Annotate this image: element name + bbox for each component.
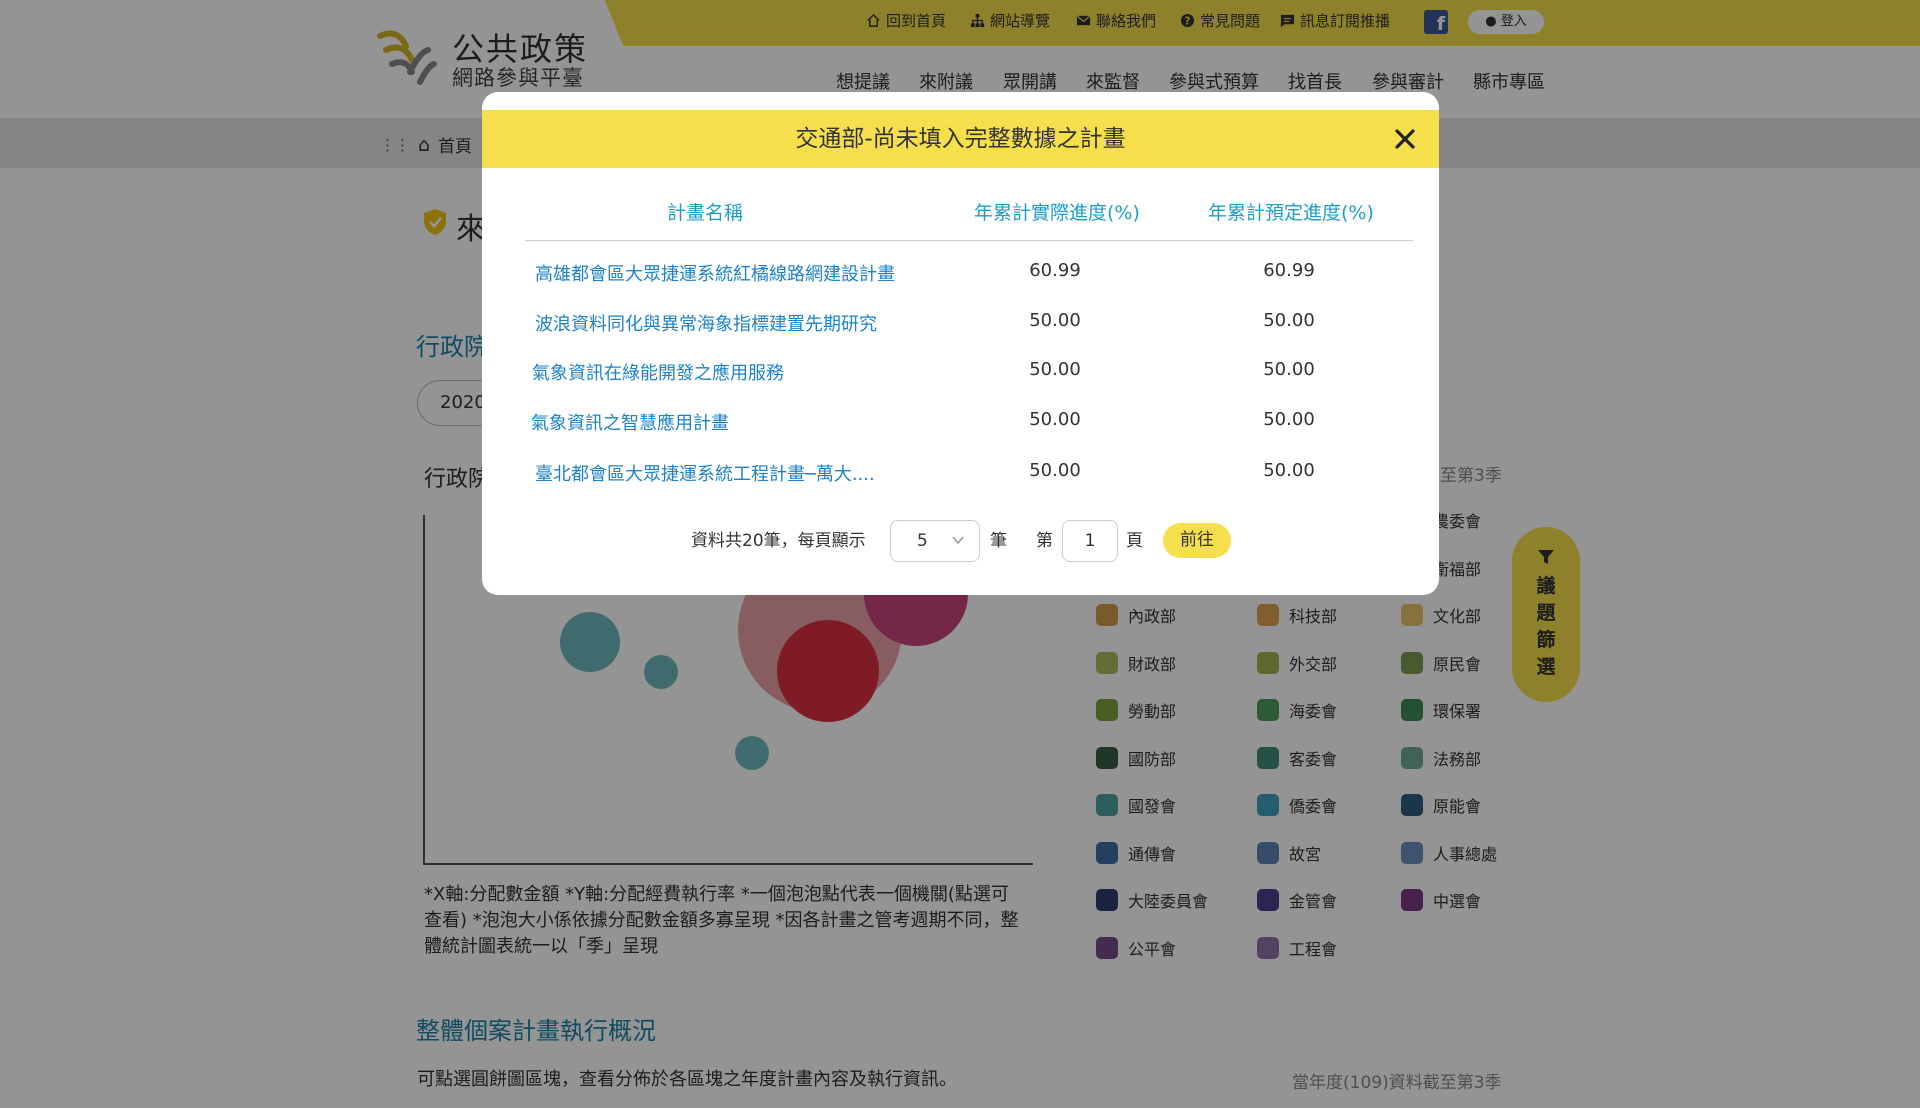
chevron-down-icon <box>952 536 964 545</box>
planned-progress-value: 50.00 <box>1263 409 1315 430</box>
incomplete-plans-dialog: 交通部-尚未填入完整數據之計畫 計畫名稱 年累計實際進度(%) 年累計預定進度(… <box>482 92 1439 595</box>
pager-page-suffix: 頁 <box>1126 531 1143 551</box>
actual-progress-value: 50.00 <box>1029 310 1081 331</box>
actual-progress-value: 50.00 <box>1029 460 1081 481</box>
pager-unit-text: 筆 <box>990 531 1007 551</box>
dialog-title: 交通部-尚未填入完整數據之計畫 <box>795 126 1126 152</box>
planned-progress-value: 60.99 <box>1263 260 1315 281</box>
plan-name-link[interactable]: 臺北都會區大眾捷運系統工程計畫─萬大.... <box>535 460 875 486</box>
close-icon[interactable] <box>1392 126 1418 152</box>
header-divider <box>525 240 1413 241</box>
go-page-button[interactable]: 前往 <box>1163 523 1231 558</box>
plan-name-link[interactable]: 氣象資訊在綠能開發之應用服務 <box>532 359 784 385</box>
plan-name-link[interactable]: 波浪資料同化與異常海象指標建置先期研究 <box>535 310 877 336</box>
dialog-header: 交通部-尚未填入完整數據之計畫 <box>482 110 1439 168</box>
pager-total-text: 資料共20筆，每頁顯示 <box>691 531 866 551</box>
actual-progress-value: 50.00 <box>1029 409 1081 430</box>
per-page-value: 5 <box>917 531 928 551</box>
planned-progress-value: 50.00 <box>1263 310 1315 331</box>
actual-progress-value: 60.99 <box>1029 260 1081 281</box>
planned-progress-value: 50.00 <box>1263 359 1315 380</box>
plan-name-link[interactable]: 高雄都會區大眾捷運系統紅橘線路網建設計畫 <box>535 260 895 286</box>
plan-name-link[interactable]: 氣象資訊之智慧應用計畫 <box>531 409 729 435</box>
column-header-planned-progress: 年累計預定進度(%) <box>1208 202 1374 224</box>
pager-page-prefix: 第 <box>1036 531 1053 551</box>
per-page-select[interactable]: 5 <box>890 520 980 562</box>
actual-progress-value: 50.00 <box>1029 359 1081 380</box>
column-header-actual-progress: 年累計實際進度(%) <box>974 202 1140 224</box>
planned-progress-value: 50.00 <box>1263 460 1315 481</box>
column-header-plan-name: 計畫名稱 <box>667 202 744 224</box>
page-number-input[interactable]: 1 <box>1062 520 1118 562</box>
